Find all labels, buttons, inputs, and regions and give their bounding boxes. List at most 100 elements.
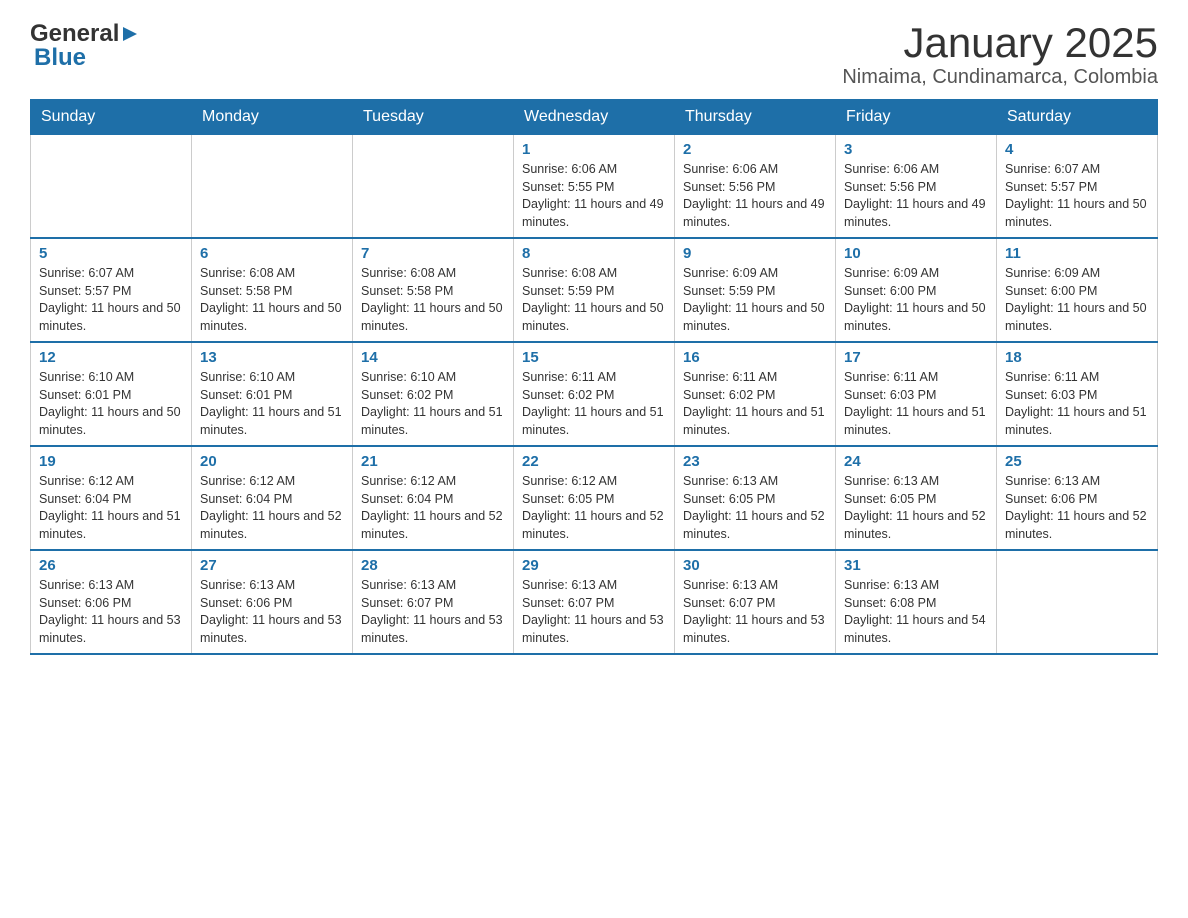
title-block: January 2025 Nimaima, Cundinamarca, Colo… xyxy=(842,20,1158,89)
day-number: 10 xyxy=(844,245,988,262)
header-cell-sunday: Sunday xyxy=(31,100,192,135)
calendar-cell: 4Sunrise: 6:07 AMSunset: 5:57 PMDaylight… xyxy=(997,135,1158,239)
day-number: 13 xyxy=(200,349,344,366)
day-number: 14 xyxy=(361,349,505,366)
calendar-cell: 30Sunrise: 6:13 AMSunset: 6:07 PMDayligh… xyxy=(675,550,836,654)
calendar-cell: 28 Sunrise: 6:13 AMSunset: 6:07 PMDayligh… xyxy=(353,550,514,654)
day-info: Sunrise: 6:09 AMSunset: 6:00 PMDaylight:… xyxy=(1005,265,1149,335)
day-number: 17 xyxy=(844,349,988,366)
day-number: 24 xyxy=(844,453,988,470)
calendar-week-2: 12 Sunrise: 6:10 AMSunset: 6:01 PMDayligh… xyxy=(31,342,1158,446)
calendar-cell: 22 Sunrise: 6:12 AMSunset: 6:05 PMDayligh… xyxy=(514,446,675,550)
calendar-cell: 6 Sunrise: 6:08 AMSunset: 5:58 PMDaylight… xyxy=(192,238,353,342)
day-info: Sunrise: 6:08 AMSunset: 5:58 PMDaylight:… xyxy=(361,265,505,335)
day-info: Sunrise: 6:10 AMSunset: 6:02 PMDaylight:… xyxy=(361,369,505,439)
day-number: 22 xyxy=(522,453,666,470)
calendar-week-0: 1Sunrise: 6:06 AMSunset: 5:55 PMDaylight… xyxy=(31,135,1158,239)
calendar-cell: 26Sunrise: 6:13 AMSunset: 6:06 PMDayligh… xyxy=(31,550,192,654)
calendar-cell: 9Sunrise: 6:09 AMSunset: 5:59 PMDaylight… xyxy=(675,238,836,342)
day-number: 3 xyxy=(844,141,988,158)
calendar-cell xyxy=(31,135,192,239)
day-number: 6 xyxy=(200,245,344,262)
header-cell-wednesday: Wednesday xyxy=(514,100,675,135)
day-number: 31 xyxy=(844,557,988,574)
logo-text-blue: Blue xyxy=(34,44,86,72)
day-number: 5 xyxy=(39,245,183,262)
calendar-body: 1Sunrise: 6:06 AMSunset: 5:55 PMDaylight… xyxy=(31,135,1158,655)
calendar-cell: 24Sunrise: 6:13 AMSunset: 6:05 PMDayligh… xyxy=(836,446,997,550)
calendar-cell: 31 Sunrise: 6:13 AMSunset: 6:08 PMDayligh… xyxy=(836,550,997,654)
calendar-week-1: 5 Sunrise: 6:07 AMSunset: 5:57 PMDaylight… xyxy=(31,238,1158,342)
day-info: Sunrise: 6:13 AMSunset: 6:07 PMDaylight:… xyxy=(683,577,827,647)
calendar-cell: 14 Sunrise: 6:10 AMSunset: 6:02 PMDayligh… xyxy=(353,342,514,446)
page-header: General Blue January 2025 Nimaima, Cundi… xyxy=(30,20,1158,89)
day-number: 12 xyxy=(39,349,183,366)
day-info: Sunrise: 6:11 AMSunset: 6:03 PMDaylight:… xyxy=(844,369,988,439)
calendar-cell: 27 Sunrise: 6:13 AMSunset: 6:06 PMDayligh… xyxy=(192,550,353,654)
logo: General Blue xyxy=(30,20,139,72)
day-info: Sunrise: 6:10 AMSunset: 6:01 PMDaylight:… xyxy=(200,369,344,439)
day-number: 2 xyxy=(683,141,827,158)
day-info: Sunrise: 6:06 AMSunset: 5:56 PMDaylight:… xyxy=(683,161,827,231)
day-info: Sunrise: 6:07 AMSunset: 5:57 PMDaylight:… xyxy=(39,265,183,335)
day-info: Sunrise: 6:13 AMSunset: 6:08 PMDaylight:… xyxy=(844,577,988,647)
day-number: 28 xyxy=(361,557,505,574)
calendar-table: SundayMondayTuesdayWednesdayThursdayFrid… xyxy=(30,99,1158,655)
calendar-cell: 2 Sunrise: 6:06 AMSunset: 5:56 PMDaylight… xyxy=(675,135,836,239)
calendar-cell: 23 Sunrise: 6:13 AMSunset: 6:05 PMDayligh… xyxy=(675,446,836,550)
calendar-cell: 7Sunrise: 6:08 AMSunset: 5:58 PMDaylight… xyxy=(353,238,514,342)
calendar-cell: 25 Sunrise: 6:13 AMSunset: 6:06 PMDayligh… xyxy=(997,446,1158,550)
calendar-cell: 19 Sunrise: 6:12 AMSunset: 6:04 PMDayligh… xyxy=(31,446,192,550)
day-info: Sunrise: 6:13 AMSunset: 6:06 PMDaylight:… xyxy=(200,577,344,647)
calendar-cell: 1Sunrise: 6:06 AMSunset: 5:55 PMDaylight… xyxy=(514,135,675,239)
day-number: 25 xyxy=(1005,453,1149,470)
header-row: SundayMondayTuesdayWednesdayThursdayFrid… xyxy=(31,100,1158,135)
day-number: 29 xyxy=(522,557,666,574)
calendar-cell: 11Sunrise: 6:09 AMSunset: 6:00 PMDayligh… xyxy=(997,238,1158,342)
calendar-cell: 20 Sunrise: 6:12 AMSunset: 6:04 PMDayligh… xyxy=(192,446,353,550)
day-info: Sunrise: 6:11 AMSunset: 6:02 PMDaylight:… xyxy=(683,369,827,439)
header-cell-friday: Friday xyxy=(836,100,997,135)
header-cell-tuesday: Tuesday xyxy=(353,100,514,135)
day-info: Sunrise: 6:11 AMSunset: 6:03 PMDaylight:… xyxy=(1005,369,1149,439)
calendar-cell xyxy=(353,135,514,239)
day-number: 16 xyxy=(683,349,827,366)
day-info: Sunrise: 6:12 AMSunset: 6:04 PMDaylight:… xyxy=(200,473,344,543)
day-info: Sunrise: 6:06 AMSunset: 5:55 PMDaylight:… xyxy=(522,161,666,231)
header-cell-thursday: Thursday xyxy=(675,100,836,135)
day-info: Sunrise: 6:07 AMSunset: 5:57 PMDaylight:… xyxy=(1005,161,1149,231)
calendar-week-4: 26Sunrise: 6:13 AMSunset: 6:06 PMDayligh… xyxy=(31,550,1158,654)
day-number: 27 xyxy=(200,557,344,574)
day-number: 18 xyxy=(1005,349,1149,366)
day-number: 15 xyxy=(522,349,666,366)
calendar-cell: 12 Sunrise: 6:10 AMSunset: 6:01 PMDayligh… xyxy=(31,342,192,446)
day-info: Sunrise: 6:12 AMSunset: 6:05 PMDaylight:… xyxy=(522,473,666,543)
day-info: Sunrise: 6:12 AMSunset: 6:04 PMDaylight:… xyxy=(361,473,505,543)
day-info: Sunrise: 6:11 AMSunset: 6:02 PMDaylight:… xyxy=(522,369,666,439)
page-title: January 2025 xyxy=(842,20,1158,66)
calendar-cell: 3 Sunrise: 6:06 AMSunset: 5:56 PMDaylight… xyxy=(836,135,997,239)
header-cell-monday: Monday xyxy=(192,100,353,135)
day-number: 19 xyxy=(39,453,183,470)
day-info: Sunrise: 6:08 AMSunset: 5:59 PMDaylight:… xyxy=(522,265,666,335)
day-info: Sunrise: 6:13 AMSunset: 6:07 PMDaylight:… xyxy=(522,577,666,647)
calendar-cell: 15 Sunrise: 6:11 AMSunset: 6:02 PMDayligh… xyxy=(514,342,675,446)
day-number: 21 xyxy=(361,453,505,470)
day-info: Sunrise: 6:09 AMSunset: 5:59 PMDaylight:… xyxy=(683,265,827,335)
day-info: Sunrise: 6:13 AMSunset: 6:06 PMDaylight:… xyxy=(1005,473,1149,543)
day-info: Sunrise: 6:08 AMSunset: 5:58 PMDaylight:… xyxy=(200,265,344,335)
day-info: Sunrise: 6:13 AMSunset: 6:05 PMDaylight:… xyxy=(683,473,827,543)
calendar-cell: 21 Sunrise: 6:12 AMSunset: 6:04 PMDayligh… xyxy=(353,446,514,550)
day-info: Sunrise: 6:10 AMSunset: 6:01 PMDaylight:… xyxy=(39,369,183,439)
day-info: Sunrise: 6:12 AMSunset: 6:04 PMDaylight:… xyxy=(39,473,183,543)
calendar-header: SundayMondayTuesdayWednesdayThursdayFrid… xyxy=(31,100,1158,135)
calendar-cell: 16 Sunrise: 6:11 AMSunset: 6:02 PMDayligh… xyxy=(675,342,836,446)
calendar-cell: 18 Sunrise: 6:11 AMSunset: 6:03 PMDayligh… xyxy=(997,342,1158,446)
calendar-cell: 5 Sunrise: 6:07 AMSunset: 5:57 PMDaylight… xyxy=(31,238,192,342)
day-number: 20 xyxy=(200,453,344,470)
day-info: Sunrise: 6:06 AMSunset: 5:56 PMDaylight:… xyxy=(844,161,988,231)
day-info: Sunrise: 6:13 AMSunset: 6:07 PMDaylight:… xyxy=(361,577,505,647)
logo-triangle-icon xyxy=(121,25,139,43)
day-number: 23 xyxy=(683,453,827,470)
calendar-cell: 13 Sunrise: 6:10 AMSunset: 6:01 PMDayligh… xyxy=(192,342,353,446)
